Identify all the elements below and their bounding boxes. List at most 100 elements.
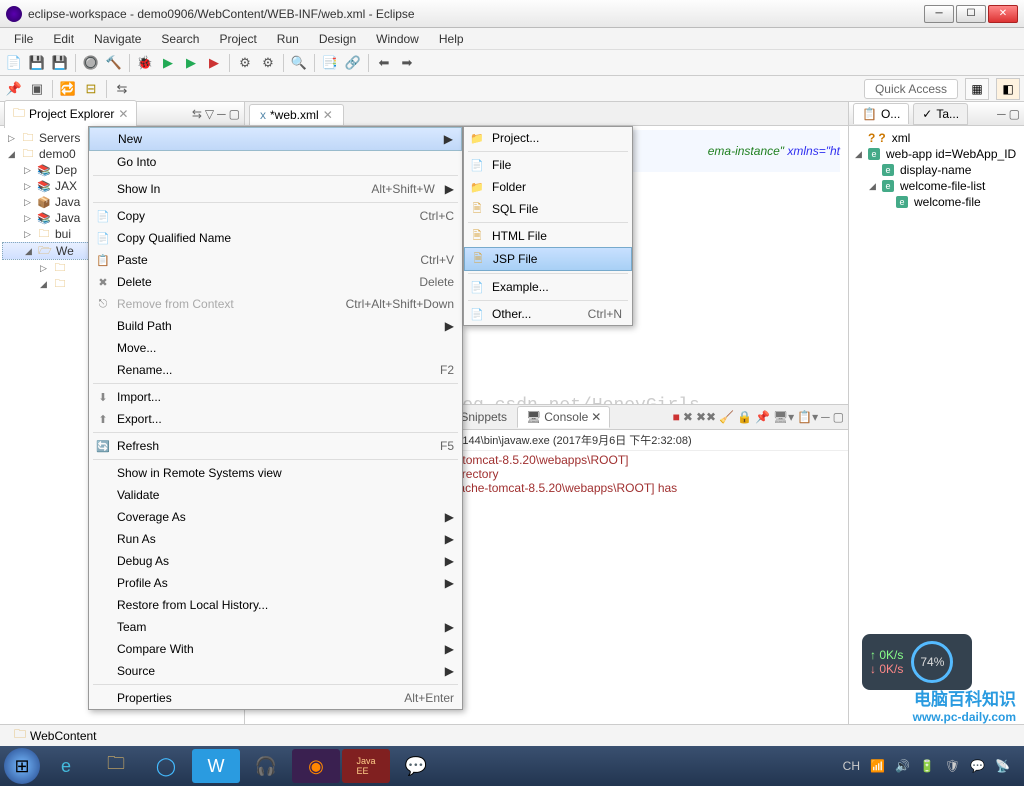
menu-item[interactable]: ⬇Import... (89, 386, 462, 408)
close-icon[interactable]: ✕ (118, 107, 128, 121)
save-icon[interactable]: 💾 (27, 53, 47, 73)
build-icon[interactable]: 🔨 (104, 53, 124, 73)
link-editor-icon[interactable]: ⇆ (192, 107, 202, 121)
wechat-icon[interactable]: 💬 (392, 749, 440, 783)
min-icon[interactable]: ─ (997, 107, 1006, 121)
quick-access[interactable]: Quick Access (864, 79, 958, 99)
outline-tab[interactable]: 📋 O... (853, 103, 909, 124)
submenu-item[interactable]: 🗎HTML File (464, 225, 632, 247)
browser-icon[interactable]: ◯ (142, 749, 190, 783)
coverage-icon[interactable]: ▶ (181, 53, 201, 73)
open-perspective-button[interactable]: ▦ (965, 78, 989, 100)
remove-all-icon[interactable]: ✖✖ (696, 410, 716, 424)
max-icon[interactable]: ▢ (833, 410, 844, 424)
max-icon[interactable]: ▢ (1009, 107, 1020, 121)
menu-item[interactable]: ⬆Export... (89, 408, 462, 430)
close-button[interactable]: ✕ (988, 5, 1018, 23)
menu-item[interactable]: Show InAlt+Shift+W▶ (89, 178, 462, 200)
javaee-perspective-button[interactable]: ◧ (996, 78, 1020, 100)
menu-item[interactable]: 🔄RefreshF5 (89, 435, 462, 457)
submenu-item[interactable]: 🗎JSP File (464, 247, 632, 271)
menu-item[interactable]: Move... (89, 337, 462, 359)
menu-edit[interactable]: Edit (43, 29, 84, 49)
save-all-icon[interactable]: 💾 (50, 53, 70, 73)
menu-item[interactable]: Build Path▶ (89, 315, 462, 337)
outline-tree[interactable]: ??xml◢eweb-app id=WebApp_IDedisplay-name… (849, 126, 1024, 214)
ext-tools-icon[interactable]: ▶ (204, 53, 224, 73)
ie-icon[interactable]: e (42, 749, 90, 783)
menu-search[interactable]: Search (151, 29, 209, 49)
submenu-item[interactable]: 📄Example... (464, 276, 632, 298)
editor-tab-webxml[interactable]: x *web.xml ✕ (249, 104, 344, 125)
submenu-item[interactable]: 📄Other...Ctrl+N (464, 303, 632, 325)
submenu-item[interactable]: 📄File (464, 154, 632, 176)
submenu-item[interactable]: 📁Folder (464, 176, 632, 198)
new-server-icon[interactable]: ⚙ (258, 53, 278, 73)
menu-navigate[interactable]: Navigate (84, 29, 151, 49)
new-submenu[interactable]: 📁Project... 📄File📁Folder🗎SQL File 🗎HTML Fi… (463, 126, 633, 326)
start-button[interactable]: ⊞ (4, 748, 40, 784)
remove-launch-icon[interactable]: ✖ (683, 410, 693, 424)
forward-icon[interactable]: ➡ (397, 53, 417, 73)
collapse-icon[interactable]: ⊟ (81, 79, 101, 99)
menu-item[interactable]: Profile As▶ (89, 572, 462, 594)
menu-item[interactable]: Restore from Local History... (89, 594, 462, 616)
submenu-item[interactable]: 📁Project... (464, 127, 632, 149)
run-icon[interactable]: ▶ (158, 53, 178, 73)
menu-item[interactable]: Source▶ (89, 660, 462, 682)
tasks-tab[interactable]: ✓ Ta... (913, 103, 968, 125)
explorer-icon[interactable]: 🗀 (92, 749, 140, 783)
network-widget[interactable]: ↑ 0K/s ↓ 0K/s 74% (862, 634, 972, 690)
maximize-view-icon[interactable]: ▢ (229, 107, 240, 121)
menu-item[interactable]: 📋PasteCtrl+V (89, 249, 462, 271)
scroll-lock-icon[interactable]: 🔒 (737, 410, 752, 424)
menu-item[interactable]: Coverage As▶ (89, 506, 462, 528)
menu-item[interactable]: ⎋Remove from ContextCtrl+Alt+Shift+Down (89, 293, 462, 315)
debug-icon[interactable]: 🐞 (135, 53, 155, 73)
tray-icon[interactable]: 📶 (870, 759, 885, 773)
menu-item[interactable]: ✖DeleteDelete (89, 271, 462, 293)
view-menu-icon[interactable]: ▽ (205, 107, 214, 121)
project-explorer-tab[interactable]: 🗀 Project Explorer ✕ (4, 100, 137, 128)
menu-item[interactable]: PropertiesAlt+Enter (89, 687, 462, 709)
search-icon[interactable]: 🔍 (289, 53, 309, 73)
menu-item[interactable]: 📄CopyCtrl+C (89, 205, 462, 227)
eclipse-task-icon[interactable]: ◉ (292, 749, 340, 783)
clear-console-icon[interactable]: 🧹 (719, 410, 734, 424)
context-menu[interactable]: New▶Go IntoShow InAlt+Shift+W▶📄CopyCtrl+… (88, 126, 463, 710)
display-selected-icon[interactable]: 🖥▾ (773, 410, 794, 424)
back-icon[interactable]: ⬅ (374, 53, 394, 73)
tray-icon[interactable]: 🔋 (920, 759, 935, 773)
pin-icon[interactable]: 📌 (4, 79, 24, 99)
tray-icon[interactable]: 🛡 (945, 759, 960, 773)
outline-item[interactable]: ??xml (853, 130, 1020, 146)
min-icon[interactable]: ─ (821, 410, 830, 424)
open-console-icon[interactable]: 📋▾ (797, 410, 818, 424)
javaee-icon[interactable]: JavaEE (342, 749, 390, 783)
menu-item[interactable]: Team▶ (89, 616, 462, 638)
pin-console-icon[interactable]: 📌 (755, 410, 770, 424)
open-type-icon[interactable]: 🔘 (81, 53, 101, 73)
toggle-breadcrumb-icon[interactable]: 📑 (320, 53, 340, 73)
close-icon[interactable]: ✕ (323, 108, 333, 122)
terminate-icon[interactable]: ■ (673, 410, 680, 424)
menu-item[interactable]: Debug As▶ (89, 550, 462, 572)
submenu-item[interactable]: 🗎SQL File (464, 198, 632, 220)
menu-item[interactable]: Validate (89, 484, 462, 506)
menu-help[interactable]: Help (429, 29, 474, 49)
menu-window[interactable]: Window (366, 29, 429, 49)
maximize-button[interactable]: ☐ (956, 5, 986, 23)
wps-icon[interactable]: W (192, 749, 240, 783)
tray-icon[interactable]: 📡 (995, 759, 1010, 773)
tab-console[interactable]: 🖥 Console ✕ (517, 406, 610, 428)
outline-item[interactable]: ◢eweb-app id=WebApp_ID (853, 146, 1020, 162)
menu-item[interactable]: Compare With▶ (89, 638, 462, 660)
menu-run[interactable]: Run (267, 29, 309, 49)
new-icon[interactable]: 📄 (4, 53, 24, 73)
menu-design[interactable]: Design (309, 29, 366, 49)
link-icon[interactable]: 🔗 (343, 53, 363, 73)
server-icon[interactable]: ⚙ (235, 53, 255, 73)
tray-icon[interactable]: 🔊 (895, 759, 910, 773)
minimize-view-icon[interactable]: ─ (217, 107, 226, 121)
app-icon[interactable]: 🎧 (242, 749, 290, 783)
